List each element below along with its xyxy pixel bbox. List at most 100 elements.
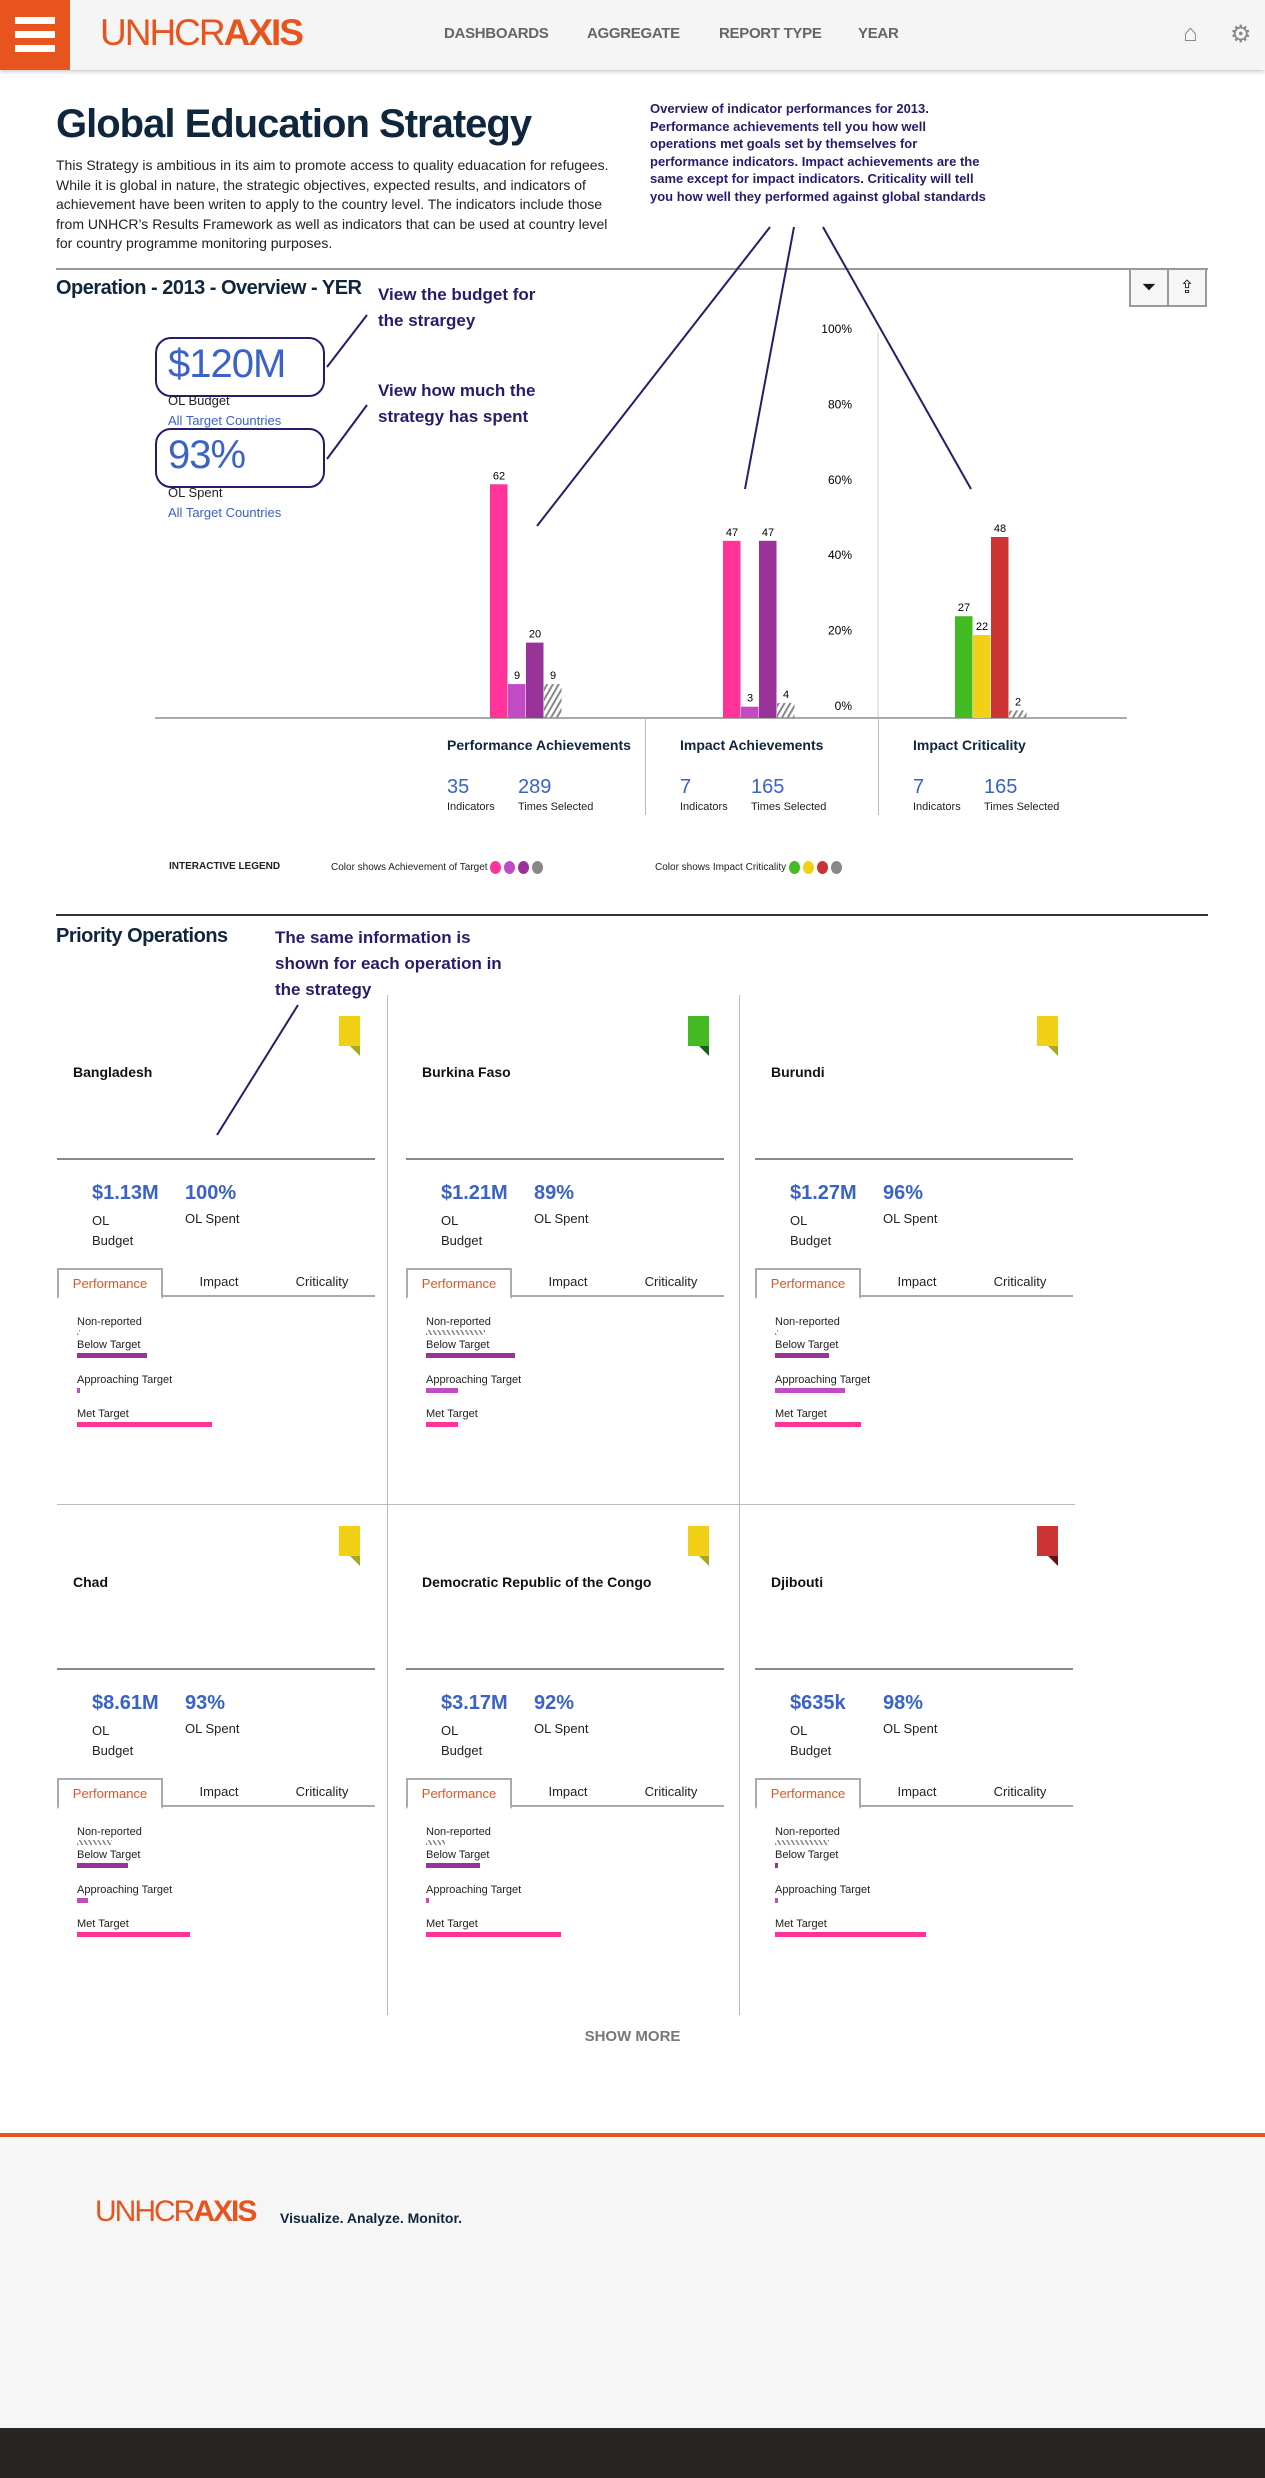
ol-budget-value: $1.13M (92, 1182, 159, 1204)
performance-bar[interactable] (775, 1898, 778, 1903)
nav-dashboards[interactable]: DASHBOARDS (444, 25, 549, 42)
home-icon[interactable]: ⌂ (1183, 20, 1198, 48)
flag-fold (699, 1046, 709, 1056)
performance-bar[interactable] (775, 1353, 829, 1358)
tab-criticality[interactable]: Criticality (272, 1268, 372, 1297)
indicators-count: 35 (447, 776, 470, 798)
performance-bar[interactable] (426, 1840, 445, 1845)
performance-bar[interactable] (426, 1863, 480, 1868)
performance-bar[interactable] (775, 1863, 778, 1868)
tab-criticality[interactable]: Criticality (621, 1778, 721, 1807)
bar[interactable] (508, 684, 526, 718)
bar[interactable] (973, 635, 991, 718)
performance-bar[interactable] (775, 1422, 862, 1427)
criticality-flag-icon (1037, 1526, 1058, 1556)
performance-bar[interactable] (775, 1840, 829, 1845)
nav-report-type[interactable]: REPORT TYPE (719, 25, 822, 42)
operation-name[interactable]: Bangladesh (73, 1064, 152, 1080)
performance-bar[interactable] (775, 1330, 778, 1335)
performance-row-label: Below Target (77, 1339, 141, 1351)
tab-performance[interactable]: Performance (755, 1268, 861, 1299)
tab-performance[interactable]: Performance (755, 1778, 861, 1809)
legend-criticality-label: Impact Criticality (712, 862, 787, 874)
menu-icon[interactable] (0, 0, 70, 70)
tab-impact[interactable]: Impact (867, 1778, 967, 1807)
nav-aggregate[interactable]: AGGREGATE (587, 25, 680, 42)
operation-name[interactable]: Djibouti (771, 1574, 823, 1590)
legend-dot[interactable] (830, 861, 842, 874)
tab-impact[interactable]: Impact (867, 1268, 967, 1297)
performance-bar[interactable] (426, 1388, 459, 1393)
footer-tagline: Visualize. Analyze. Monitor. (280, 2210, 463, 2226)
bar[interactable] (1009, 710, 1027, 718)
legend-achievement[interactable]: Color shows Achievement of Target (331, 861, 546, 874)
legend-criticality[interactable]: Color shows Impact Criticality (655, 861, 845, 874)
bar[interactable] (544, 684, 562, 718)
performance-bar[interactable] (77, 1422, 212, 1427)
times-selected-label: Times Selected (984, 801, 1060, 813)
performance-bar[interactable] (77, 1863, 129, 1868)
tab-impact[interactable]: Impact (518, 1268, 618, 1297)
performance-bar[interactable] (426, 1422, 459, 1427)
performance-bar[interactable] (426, 1932, 561, 1937)
performance-bar[interactable] (426, 1898, 429, 1903)
bar[interactable] (759, 540, 777, 718)
legend-dot[interactable] (518, 861, 530, 874)
performance-bar[interactable] (77, 1388, 80, 1393)
y-tick-label: 100% (821, 322, 852, 336)
operation-name[interactable]: Democratic Republic of the Congo (422, 1574, 651, 1590)
performance-bar[interactable] (426, 1330, 486, 1335)
performance-bar[interactable] (426, 1353, 516, 1358)
footer: UNHCRAXIS Visualize. Analyze. Monitor. (0, 2133, 1265, 2428)
tab-impact[interactable]: Impact (518, 1778, 618, 1807)
criticality-flag-icon (339, 1526, 360, 1556)
bar[interactable] (955, 616, 973, 718)
legend-dot[interactable] (504, 861, 516, 874)
legend-dot[interactable] (788, 861, 800, 874)
legend-dot[interactable] (490, 861, 502, 874)
legend-dot[interactable] (816, 861, 828, 874)
performance-bar[interactable] (775, 1388, 846, 1393)
show-more-button[interactable]: SHOW MORE (0, 2028, 1265, 2045)
performance-bar[interactable] (77, 1932, 191, 1937)
bar[interactable] (991, 537, 1009, 718)
performance-bar[interactable] (77, 1330, 80, 1335)
tab-criticality[interactable]: Criticality (272, 1778, 372, 1807)
ol-spent-value: 92% (534, 1692, 575, 1714)
performance-bar[interactable] (77, 1353, 148, 1358)
tab-performance[interactable]: Performance (57, 1268, 163, 1299)
legend-dot[interactable] (532, 861, 544, 874)
tab-criticality[interactable]: Criticality (970, 1778, 1070, 1807)
operation-name[interactable]: Burkina Faso (422, 1064, 511, 1080)
ol-spent-value: 100% (185, 1182, 237, 1204)
tab-criticality[interactable]: Criticality (621, 1268, 721, 1297)
operation-card: Bangladesh $1.13M 100% OL Budget OL Spen… (57, 995, 375, 1495)
bar-value-label: 20 (529, 629, 541, 641)
nav-year[interactable]: YEAR (858, 25, 899, 42)
group-title: Impact Achievements (680, 737, 824, 753)
ol-budget-label: OL Budget (441, 1723, 483, 1758)
bar[interactable] (490, 484, 508, 718)
bar[interactable] (777, 702, 795, 718)
performance-bar[interactable] (77, 1840, 113, 1845)
operation-name[interactable]: Burundi (771, 1064, 825, 1080)
tab-impact[interactable]: Impact (169, 1778, 269, 1807)
logo[interactable]: UNHCRAXIS (100, 12, 304, 54)
tab-criticality[interactable]: Criticality (970, 1268, 1070, 1297)
tab-performance[interactable]: Performance (406, 1268, 512, 1299)
tab-performance[interactable]: Performance (406, 1778, 512, 1809)
bar[interactable] (741, 706, 759, 718)
bar[interactable] (526, 642, 544, 718)
tab-performance[interactable]: Performance (57, 1778, 163, 1809)
tab-bar: Performance Impact Criticality (755, 1778, 1073, 1809)
gear-icon[interactable]: ⚙ (1230, 20, 1252, 49)
tab-bar: Performance Impact Criticality (406, 1778, 724, 1809)
ol-spent-label: OL Spent (883, 1721, 938, 1736)
bar-value-label: 9 (550, 670, 556, 682)
performance-bar[interactable] (77, 1898, 88, 1903)
bar[interactable] (723, 540, 741, 718)
performance-bar[interactable] (775, 1932, 927, 1937)
legend-dot[interactable] (802, 861, 814, 874)
tab-impact[interactable]: Impact (169, 1268, 269, 1297)
operation-name[interactable]: Chad (73, 1574, 108, 1590)
